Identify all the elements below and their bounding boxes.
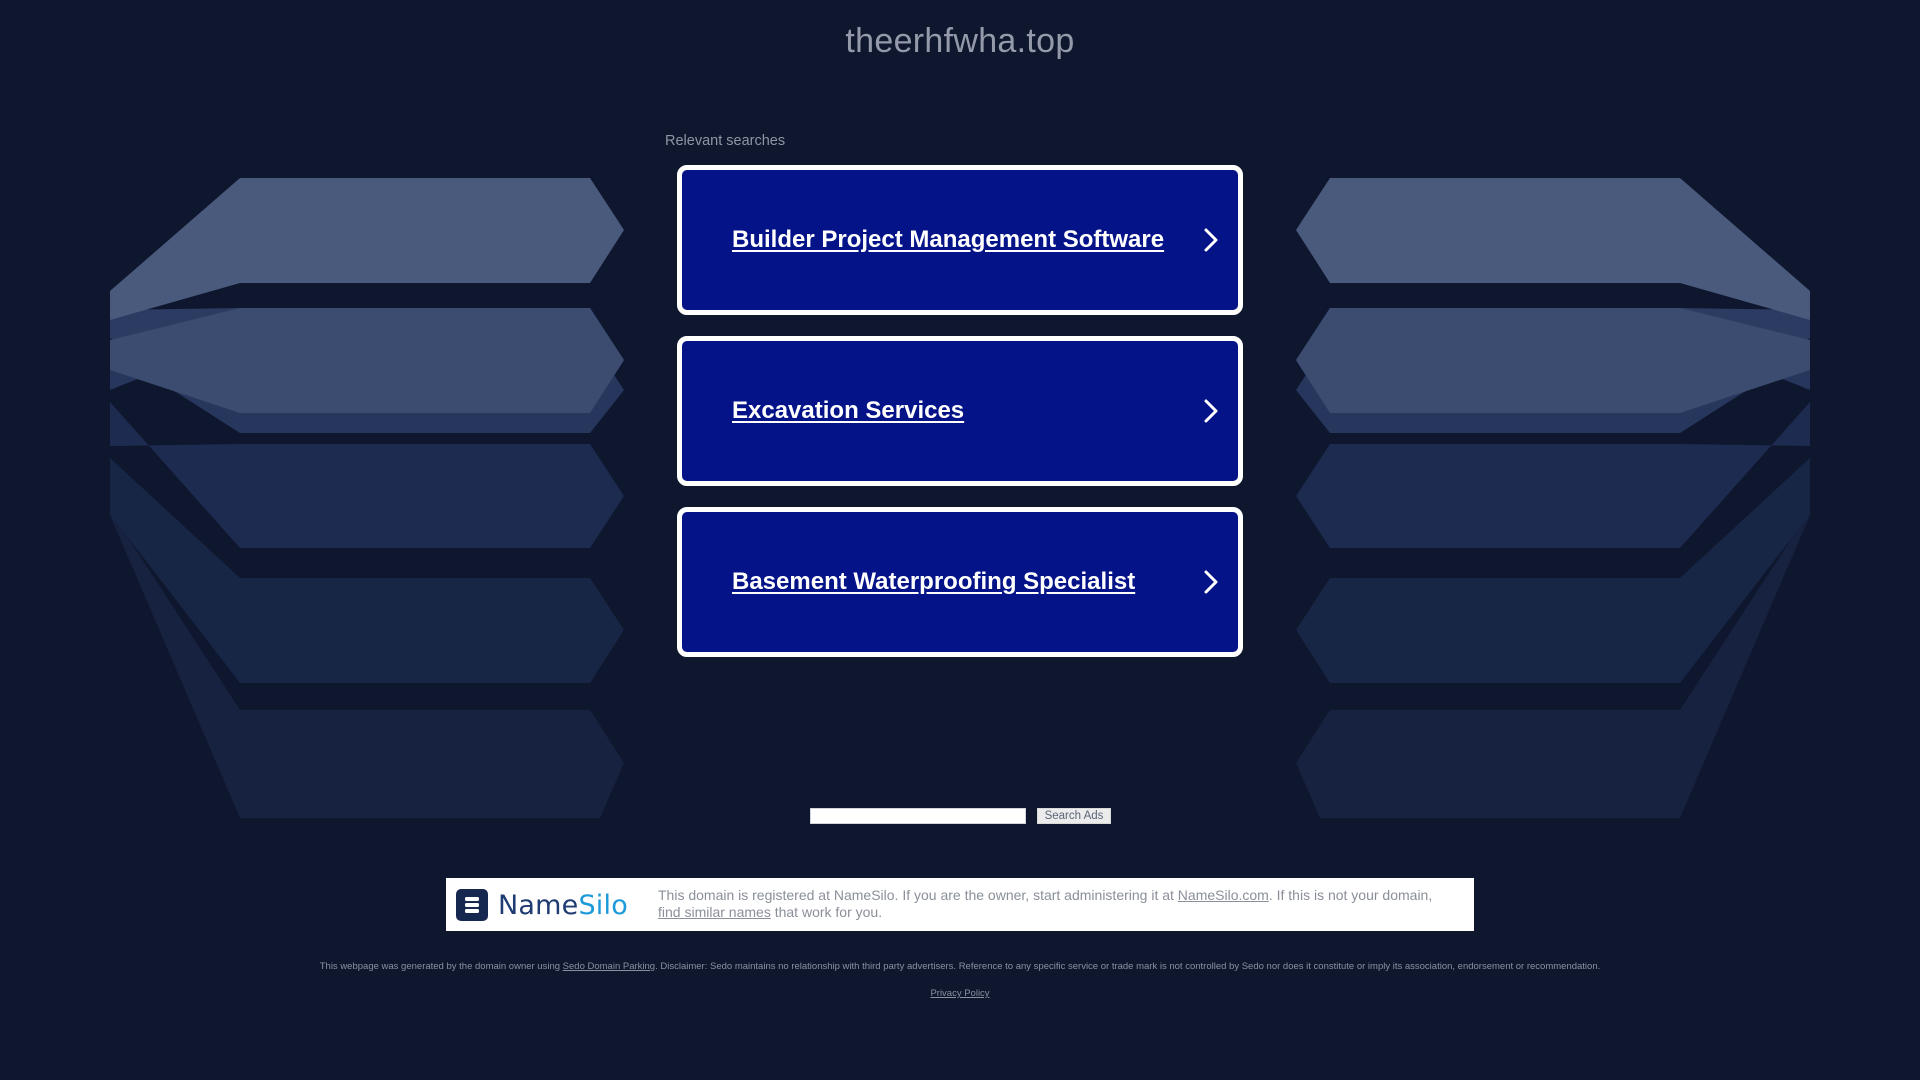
disclaimer-text: . Disclaimer: Sedo maintains no relation… [655,961,1601,972]
related-search-label: Excavation Services [732,397,965,424]
sedo-domain-parking-link[interactable]: Sedo Domain Parking [563,961,655,972]
footer-disclaimer: This webpage was generated by the domain… [0,961,1920,972]
privacy-policy-link[interactable]: Privacy Policy [930,988,989,999]
namesilo-logo-text-silo: Silo [578,889,628,921]
disclaimer-text: This webpage was generated by the domain… [319,961,563,972]
namesilo-logo: NameSilo [456,889,628,921]
related-search-label: Basement Waterproofing Specialist [732,568,1136,595]
registrar-notice: NameSilo This domain is registered at Na… [446,878,1474,931]
search-ads-input[interactable] [810,808,1026,824]
chevron-right-icon [1204,228,1218,252]
registrar-message: This domain is registered at NameSilo. I… [658,887,1458,921]
find-similar-names-link[interactable]: find similar names [658,904,771,920]
related-search-link-basement-waterproofing-specialist[interactable]: Basement Waterproofing Specialist [677,507,1243,657]
search-ads-button[interactable]: Search Ads [1037,808,1111,824]
right-bands [1296,178,1810,818]
related-search-link-builder-project-management-software[interactable]: Builder Project Management Software [677,165,1243,315]
domain-title: theerhfwha.top [845,22,1075,60]
registrar-text-part: . If this is not your domain, [1268,887,1433,903]
namesilo-logo-text-name: Name [498,889,579,921]
registrar-text-part: that work for you. [770,904,883,920]
namesilo-logo-icon [456,889,488,921]
related-search-label: Builder Project Management Software [732,226,1165,253]
chevron-right-icon [1204,570,1218,594]
privacy-policy-row: Privacy Policy [0,988,1920,999]
left-bands [110,178,624,818]
registrar-text-part: This domain is registered at NameSilo. I… [658,887,1178,903]
chevron-right-icon [1204,399,1218,423]
related-search-link-excavation-services[interactable]: Excavation Services [677,336,1243,486]
relevant-searches-label: Relevant searches [665,133,786,149]
namesilo-link[interactable]: NameSilo.com [1178,887,1269,903]
